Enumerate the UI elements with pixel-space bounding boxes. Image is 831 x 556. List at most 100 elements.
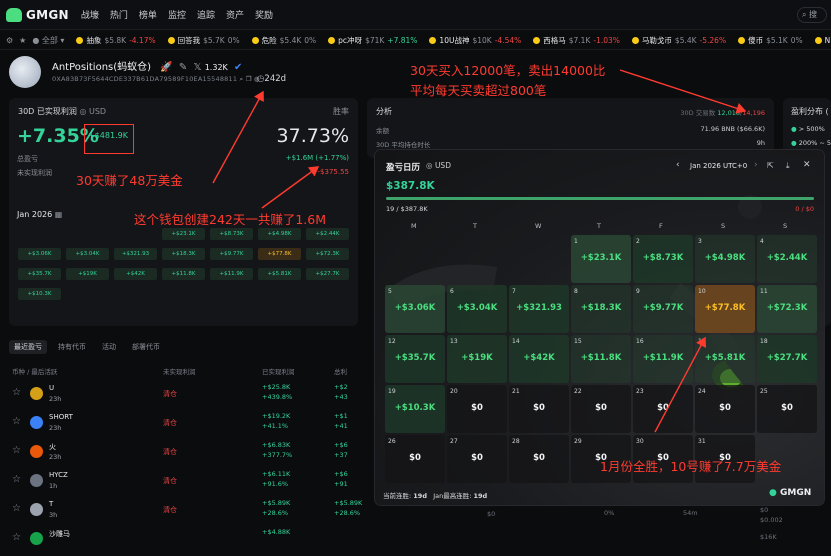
nav-link-leaderboard[interactable]: 榜单 bbox=[139, 8, 157, 21]
table-row[interactable]: ☆ 沙雕马 +$4.88K bbox=[0, 526, 380, 556]
mini-calendar-cell[interactable]: +$18.3K bbox=[162, 248, 205, 260]
col-realized[interactable]: 已实现利润 bbox=[262, 366, 295, 376]
calendar-day-cell[interactable]: 4 +$2.44K bbox=[757, 235, 817, 283]
mini-calendar-cell[interactable]: +$23.1K bbox=[162, 228, 205, 240]
ticker-item[interactable]: 西格马 $7.1K -1.03% bbox=[533, 35, 620, 46]
star-icon[interactable]: ☆ bbox=[12, 387, 21, 398]
calendar-day-cell[interactable]: 5 +$3.06K bbox=[385, 285, 445, 333]
table-row[interactable]: ☆ U 23h 清仓 +$25.8K +439.8% +$2 +43 bbox=[0, 381, 380, 411]
calendar-day-cell[interactable]: 1 +$23.1K bbox=[571, 235, 631, 283]
calendar-day-cell[interactable]: 27 $0 bbox=[447, 435, 507, 483]
calendar-day-cell[interactable]: 21 $0 bbox=[509, 385, 569, 433]
ticker-item[interactable]: NFA$11.3K- bbox=[814, 35, 831, 46]
mini-calendar-cell[interactable]: +$4.98K bbox=[258, 228, 301, 240]
calendar-day-cell[interactable]: 19 +$10.3K bbox=[385, 385, 445, 433]
calendar-day-cell[interactable]: 25 $0 bbox=[757, 385, 817, 433]
prev-month-icon[interactable]: ‹ bbox=[676, 160, 680, 170]
star-icon[interactable]: ★ bbox=[19, 36, 26, 45]
ticker-item[interactable]: 马勒戈币 $5.4K -5.26% bbox=[631, 35, 726, 46]
mini-calendar-cell[interactable]: +$2.44K bbox=[306, 228, 349, 240]
mini-calendar-cell[interactable]: +$321.93 bbox=[114, 248, 157, 260]
search-input[interactable]: ⌕ 搜 bbox=[797, 7, 827, 23]
currency-toggle[interactable]: ◎ USD bbox=[79, 107, 106, 116]
table-row[interactable]: ☆ T 3h 清仓 +$5.89K +28.6% +$5.89K +28.6% bbox=[0, 497, 380, 527]
calendar-day-cell[interactable]: 17 +$5.81K bbox=[695, 335, 755, 383]
calendar-icon[interactable]: ▦ bbox=[55, 210, 63, 219]
mini-calendar-cell[interactable]: +$9.77K bbox=[210, 248, 253, 260]
download-icon[interactable]: ⤓ bbox=[786, 161, 790, 171]
nav-link-assets[interactable]: 资产 bbox=[226, 8, 244, 21]
mini-calendar-cell[interactable]: +$27.7K bbox=[306, 268, 349, 280]
calendar-day-cell[interactable]: 6 +$3.04K bbox=[447, 285, 507, 333]
calendar-day-cell[interactable]: 15 +$11.8K bbox=[571, 335, 631, 383]
calendar-day-cell[interactable]: 7 +$321.93 bbox=[509, 285, 569, 333]
star-icon[interactable]: ☆ bbox=[12, 445, 21, 456]
col-token[interactable]: 币种 / 最后活跃 bbox=[12, 366, 57, 376]
star-icon[interactable]: ☆ bbox=[12, 532, 21, 543]
ticker-item[interactable]: 回答我 $5.7K 0% bbox=[167, 35, 240, 46]
col-total[interactable]: 总利 bbox=[334, 366, 347, 376]
search-icon[interactable]: ⌕ bbox=[239, 75, 243, 83]
ticker-item[interactable]: 傻币 $5.1K 0% bbox=[738, 35, 803, 46]
logo[interactable]: GMGN bbox=[6, 7, 69, 22]
table-row[interactable]: ☆ HYCZ 1h 清仓 +$6.11K +91.6% +$6 +91 bbox=[0, 468, 380, 498]
calendar-day-cell[interactable]: 16 +$11.9K bbox=[633, 335, 693, 383]
calendar-day-cell[interactable]: 12 +$35.7K bbox=[385, 335, 445, 383]
ticker-item[interactable]: 抽象 $5.8K -4.17% bbox=[76, 35, 156, 46]
settings-icon[interactable]: ⚙ bbox=[6, 36, 13, 45]
ticker-item[interactable]: 危险 $5.4K 0% bbox=[251, 35, 316, 46]
table-row[interactable]: ☆ 火 23h 清仓 +$6.83K +377.7% +$6 +37 bbox=[0, 439, 380, 469]
calendar-day-cell[interactable]: 28 $0 bbox=[509, 435, 569, 483]
tab-holdings[interactable]: 持有代币 bbox=[53, 340, 91, 354]
mini-calendar-cell[interactable]: +$19K bbox=[66, 268, 109, 280]
ticker-item[interactable]: pc冲呀 $71K +7.81% bbox=[328, 35, 417, 46]
calendar-day-cell[interactable]: 2 +$8.73K bbox=[633, 235, 693, 283]
nav-link-trenches[interactable]: 战壕 bbox=[81, 8, 99, 21]
edit-icon[interactable]: ✎ bbox=[179, 62, 187, 73]
mini-calendar-cell[interactable]: +$3.06K bbox=[18, 248, 61, 260]
nav-link-rewards[interactable]: 奖励 bbox=[255, 8, 273, 21]
calendar-day-cell[interactable]: 24 $0 bbox=[695, 385, 755, 433]
calendar-day-cell[interactable]: 26 $0 bbox=[385, 435, 445, 483]
mini-calendar-cell[interactable]: +$35.7K bbox=[18, 268, 61, 280]
share-icon[interactable]: ⇱ bbox=[767, 161, 774, 170]
tab-recent-pnl[interactable]: 最近盈亏 bbox=[9, 340, 47, 354]
calendar-day-cell[interactable]: 22 $0 bbox=[571, 385, 631, 433]
star-icon[interactable]: ☆ bbox=[12, 416, 21, 427]
ticker-item[interactable]: 10U战神 $10K -4.54% bbox=[429, 35, 521, 46]
calendar-day-cell[interactable]: 14 +$42K bbox=[509, 335, 569, 383]
mini-calendar-cell[interactable]: +$8.73K bbox=[210, 228, 253, 240]
star-icon[interactable]: ☆ bbox=[12, 503, 21, 514]
x-icon[interactable]: 𝕏 bbox=[193, 62, 201, 73]
mini-calendar-cell[interactable]: +$5.81K bbox=[258, 268, 301, 280]
chain-filter[interactable]: ● 全部 ▾ bbox=[32, 35, 64, 46]
calendar-day-cell[interactable]: 8 +$18.3K bbox=[571, 285, 631, 333]
mini-calendar-cell[interactable]: +$42K bbox=[114, 268, 157, 280]
mini-calendar-cell[interactable]: +$11.8K bbox=[162, 268, 205, 280]
calendar-day-cell[interactable]: 11 +$72.3K bbox=[757, 285, 817, 333]
table-row[interactable]: ☆ SHORT 23h 清仓 +$19.2K +41.1% +$1 +41 bbox=[0, 410, 380, 440]
nav-link-trending[interactable]: 热门 bbox=[110, 8, 128, 21]
calendar-currency-toggle[interactable]: ◎ USD bbox=[426, 161, 451, 170]
mini-calendar-cell[interactable]: +$77.8K bbox=[258, 248, 301, 260]
tab-deployed[interactable]: 部署代币 bbox=[127, 340, 165, 354]
calendar-day-cell[interactable]: 18 +$27.7K bbox=[757, 335, 817, 383]
col-unrealized[interactable]: 未实现利润 bbox=[163, 366, 196, 376]
mini-calendar-cell[interactable]: +$72.3K bbox=[306, 248, 349, 260]
wallet-address[interactable]: 0XA83B73F5644CDE337B61DA79589F10EA155488… bbox=[52, 75, 260, 84]
star-icon[interactable]: ☆ bbox=[12, 474, 21, 485]
nav-link-track[interactable]: 追踪 bbox=[197, 8, 215, 21]
calendar-day-cell[interactable]: 23 $0 bbox=[633, 385, 693, 433]
mini-calendar-cell[interactable]: +$10.3K bbox=[18, 288, 61, 300]
next-month-icon[interactable]: › bbox=[754, 160, 758, 170]
mini-calendar-cell[interactable]: +$3.04K bbox=[66, 248, 109, 260]
calendar-day-cell[interactable]: 10 +$77.8K bbox=[695, 285, 755, 333]
calendar-day-cell[interactable]: 3 +$4.98K bbox=[695, 235, 755, 283]
close-icon[interactable]: ✕ bbox=[803, 160, 811, 170]
calendar-day-cell[interactable]: 13 +$19K bbox=[447, 335, 507, 383]
nav-link-monitor[interactable]: 监控 bbox=[168, 8, 186, 21]
calendar-day-cell[interactable]: 9 +$9.77K bbox=[633, 285, 693, 333]
mini-calendar-cell[interactable]: +$11.9K bbox=[210, 268, 253, 280]
tab-activity[interactable]: 活动 bbox=[97, 340, 121, 354]
calendar-day-cell[interactable]: 20 $0 bbox=[447, 385, 507, 433]
